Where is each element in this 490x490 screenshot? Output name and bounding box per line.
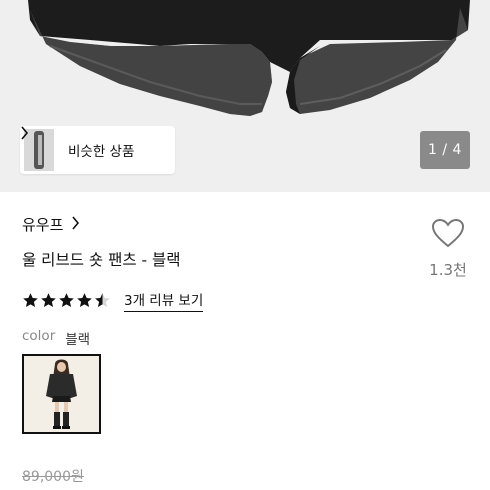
- star-icon: [23, 293, 38, 307]
- color-label: color: [22, 328, 56, 344]
- color-row: color 블랙: [22, 328, 90, 348]
- color-option-thumbnail[interactable]: [22, 354, 101, 434]
- star-icon: [59, 293, 74, 307]
- brand-name: 유우프: [22, 216, 64, 234]
- product-image-carousel[interactable]: 비슷한 상품 1 / 4: [0, 0, 490, 192]
- review-link[interactable]: 3개 리뷰 보기: [124, 289, 204, 312]
- rating-row: 3개 리뷰 보기: [22, 289, 204, 312]
- like-button[interactable]: [428, 218, 468, 248]
- chevron-right-icon: [71, 215, 80, 234]
- image-pager-indicator: 1 / 4: [420, 131, 470, 169]
- heart-outline-icon: [428, 218, 468, 248]
- product-title: 울 리브드 숏 팬츠 - 블랙: [22, 251, 181, 269]
- original-price: 89,000원: [22, 469, 84, 485]
- color-value: 블랙: [65, 332, 91, 348]
- model-photo: [24, 356, 99, 432]
- similar-products-button[interactable]: 비슷한 상품: [20, 126, 175, 174]
- similar-products-label: 비슷한 상품: [68, 144, 135, 160]
- star-icon: [41, 293, 56, 307]
- brand-link[interactable]: 유우프: [22, 214, 80, 235]
- star-half-icon: [95, 293, 110, 307]
- like-count: 1.3천: [429, 261, 467, 279]
- star-icon: [77, 293, 92, 307]
- star-rating: [22, 292, 112, 309]
